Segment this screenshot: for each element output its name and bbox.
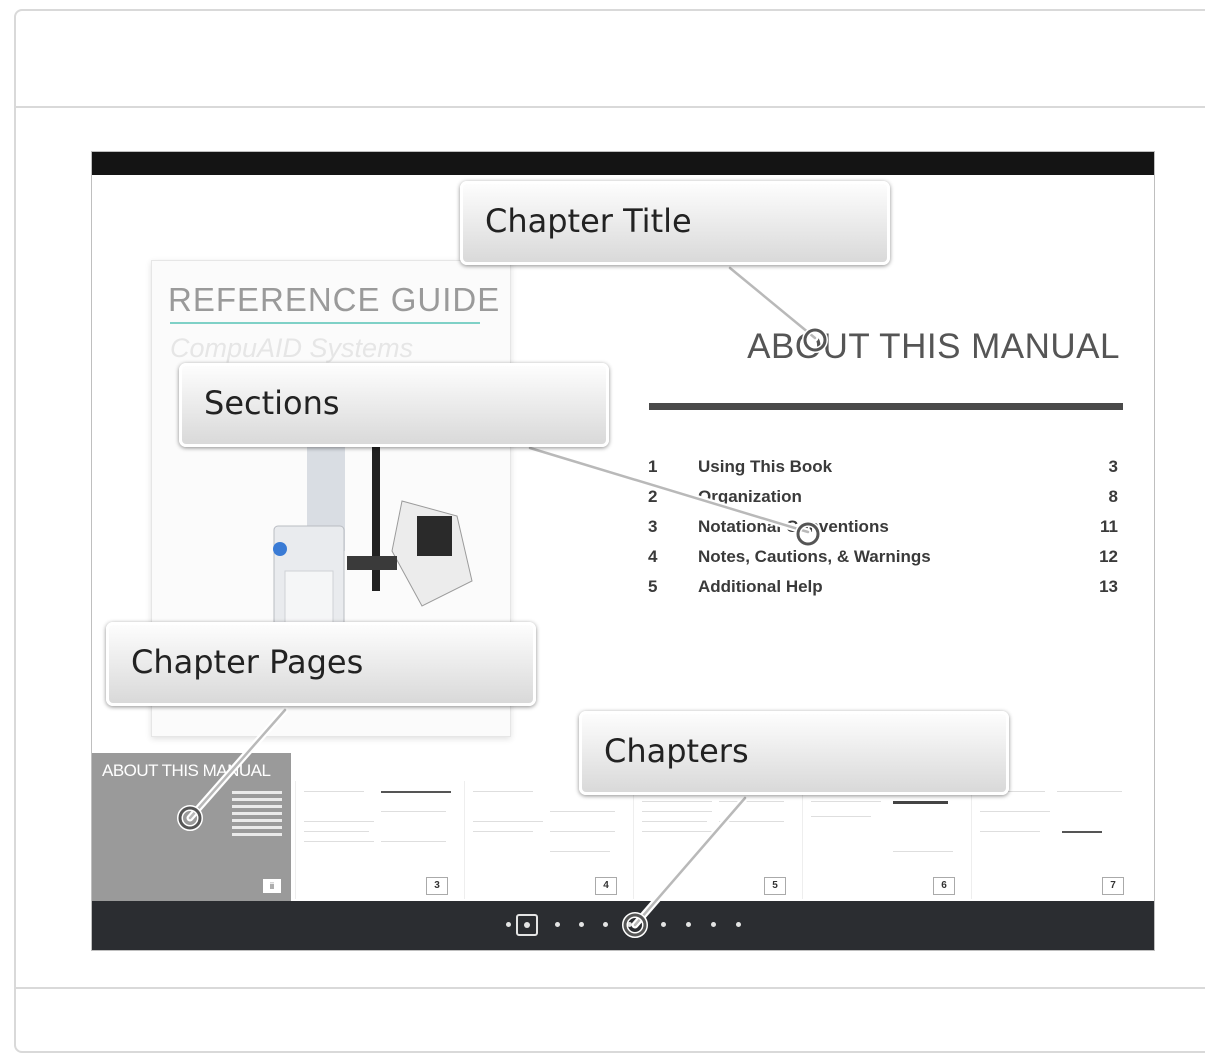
ibook-screen: REFERENCE GUIDE CompuAID Systems ABOUT T… (91, 151, 1155, 951)
thumbnail-page-number: 4 (595, 877, 617, 895)
cover-title: REFERENCE GUIDE (168, 281, 501, 318)
section-page: 12 (1099, 547, 1118, 566)
chapter-title: ABOUT THIS MANUAL (747, 327, 1120, 366)
chapter-dot[interactable] (627, 922, 632, 927)
thumbnail-title: ABOUT THIS MANUAL (102, 761, 271, 780)
chapter-title-callout: Chapter Title (460, 181, 890, 265)
thumbnail-page-number: 5 (764, 877, 786, 895)
section-number: 3 (648, 517, 658, 536)
chapter-navigation-bar (92, 901, 1154, 950)
thumbnail-text-lines (232, 791, 282, 840)
section-number: 2 (648, 487, 658, 506)
chapter-dot[interactable] (736, 922, 741, 927)
header-divider (14, 106, 1205, 108)
section-item[interactable]: 2 Organization 8 (648, 487, 1118, 517)
page-thumbnail[interactable]: 4 (464, 781, 625, 899)
chapter-dot[interactable] (711, 922, 716, 927)
thumbnail-page-number: 3 (426, 877, 448, 895)
section-page: 8 (1108, 487, 1118, 506)
section-page: 13 (1099, 577, 1118, 596)
section-label: Using This Book (698, 457, 833, 476)
section-item[interactable]: 3 Notational Conventions 11 (648, 517, 1118, 547)
section-item[interactable]: 4 Notes, Cautions, & Warnings 12 (648, 547, 1118, 577)
cover-subtitle: CompuAID Systems (170, 333, 414, 363)
active-page-thumbnail[interactable]: ABOUT THIS MANUAL ii (92, 753, 291, 901)
section-label: Additional Help (698, 577, 823, 596)
thumbnail-page-number: 7 (1102, 877, 1124, 895)
section-page: 3 (1108, 457, 1118, 476)
cover-rule (170, 322, 480, 324)
chapter-dot[interactable] (579, 922, 584, 927)
section-label: Notational Conventions (698, 517, 889, 536)
section-list: 1 Using This Book 3 2 Organization 8 3 N… (648, 457, 1118, 607)
top-bar (92, 152, 1154, 175)
section-number: 4 (648, 547, 658, 566)
chapter-dot[interactable] (686, 922, 691, 927)
page-thumbnail[interactable]: 3 (295, 781, 456, 899)
chapter-dot[interactable] (555, 922, 560, 927)
chapter-dot[interactable] (661, 922, 666, 927)
chapter-pages-callout: Chapter Pages (106, 622, 536, 706)
chapter-title-rule (649, 403, 1123, 410)
chapter-dot[interactable] (506, 922, 511, 927)
section-item[interactable]: 1 Using This Book 3 (648, 457, 1118, 487)
page-thumbnail[interactable]: 6 (802, 781, 963, 899)
section-label: Organization (698, 487, 802, 506)
section-number: 5 (648, 577, 658, 596)
section-label: Notes, Cautions, & Warnings (698, 547, 931, 566)
chapter-dot[interactable] (603, 922, 608, 927)
section-number: 1 (648, 457, 658, 476)
page-thumbnail[interactable]: 5 (633, 781, 794, 899)
footer-divider (14, 987, 1205, 989)
chapters-callout: Chapters (579, 711, 1009, 795)
section-item[interactable]: 5 Additional Help 13 (648, 577, 1118, 607)
sections-callout: Sections (179, 363, 609, 447)
thumbnail-page-number: ii (263, 879, 281, 893)
section-page: 11 (1100, 517, 1118, 536)
thumbnail-page-number: 6 (933, 877, 955, 895)
current-chapter-indicator[interactable] (516, 914, 538, 936)
page-thumbnail[interactable]: 7 (971, 781, 1132, 899)
